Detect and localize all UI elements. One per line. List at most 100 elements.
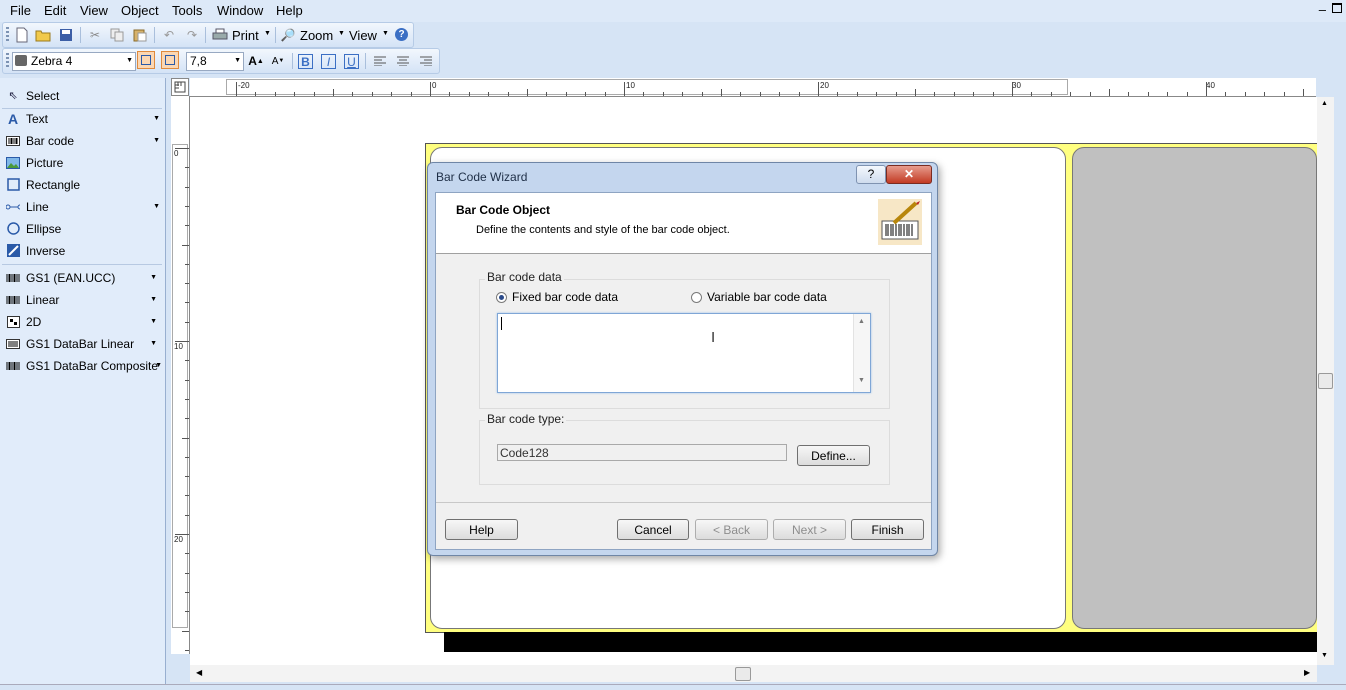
undo-icon[interactable]: ↶ [160, 26, 178, 44]
chevron-down-icon[interactable]: ▼ [153, 137, 160, 144]
printer-select[interactable]: Zebra 4 ▼ [12, 52, 136, 71]
zoom-dropdown-icon[interactable]: ▼ [338, 30, 345, 37]
help-icon[interactable]: ? [395, 28, 408, 41]
menu-tools[interactable]: Tools [172, 3, 202, 18]
open-icon[interactable] [34, 26, 52, 44]
chevron-down-icon[interactable]: ▼ [150, 318, 157, 325]
menu-window[interactable]: Window [217, 3, 263, 18]
ruler-tick [182, 437, 189, 439]
align-left-icon[interactable] [371, 52, 389, 70]
zoom-button-label[interactable]: Zoom [300, 28, 333, 43]
ruler-tick [185, 263, 189, 265]
scroll-up-icon[interactable]: ▲ [858, 318, 865, 325]
chevron-down-icon[interactable]: ▼ [150, 296, 157, 303]
scroll-left-icon[interactable]: ◀ [196, 668, 202, 677]
scroll-right-icon[interactable]: ▶ [1304, 668, 1310, 677]
next-button[interactable]: Next > [773, 519, 846, 540]
tool-gs1-databar-composite[interactable]: GS1 DataBar Composite ▼ [2, 355, 162, 376]
variable-data-radio-label[interactable]: Variable bar code data [707, 290, 827, 304]
help-button[interactable]: Help [445, 519, 518, 540]
zoom-icon[interactable]: 🔎 [279, 26, 297, 44]
italic-button[interactable]: I [321, 54, 336, 69]
bold-button[interactable]: B [298, 54, 313, 69]
minimize-icon[interactable]: ‒ [1319, 2, 1326, 17]
font-size-select[interactable]: 7,8 ▼ [186, 52, 244, 71]
tool-text[interactable]: A Text ▼ [2, 108, 162, 129]
view-button-label[interactable]: View [349, 28, 377, 43]
horizontal-scrollbar[interactable]: ◀ ▶ [190, 665, 1317, 682]
tool-rectangle[interactable]: Rectangle [2, 174, 162, 195]
ruler-tick [1109, 89, 1110, 96]
back-button[interactable]: < Back [695, 519, 768, 540]
scroll-thumb[interactable] [1318, 373, 1333, 389]
rectangle-icon [6, 178, 20, 192]
ruler-tick [185, 418, 189, 420]
text-frame-toggle-icon[interactable] [137, 51, 155, 69]
toolbar-separator [275, 27, 276, 43]
view-dropdown-icon[interactable]: ▼ [382, 30, 389, 37]
menu-edit[interactable]: Edit [44, 3, 66, 18]
chevron-down-icon[interactable]: ▼ [150, 274, 157, 281]
chevron-down-icon[interactable]: ▼ [150, 340, 157, 347]
menu-object[interactable]: Object [121, 3, 159, 18]
tool-barcode[interactable]: Bar code ▼ [2, 130, 162, 151]
tool-label: Ellipse [26, 221, 62, 236]
scroll-down-icon[interactable]: ▼ [1321, 652, 1328, 659]
tool-picture[interactable]: Picture [2, 152, 162, 173]
tool-inverse[interactable]: Inverse [2, 240, 162, 261]
group-title: Bar code data [485, 270, 564, 284]
toolbar-grip[interactable] [6, 53, 9, 69]
finish-button[interactable]: Finish [851, 519, 924, 540]
scroll-down-icon[interactable]: ▼ [858, 377, 865, 384]
fixed-data-radio-label[interactable]: Fixed bar code data [512, 290, 618, 304]
paste-icon[interactable] [131, 26, 149, 44]
restore-icon[interactable] [1332, 3, 1342, 13]
ruler-tick [1303, 89, 1304, 96]
vertical-scrollbar[interactable]: ▲ ▼ [1317, 97, 1334, 665]
close-icon[interactable]: ✕ [886, 165, 932, 184]
ruler-tick [624, 82, 625, 96]
chevron-down-icon[interactable]: ▼ [153, 203, 160, 210]
tool-ellipse[interactable]: Ellipse [2, 218, 162, 239]
save-icon[interactable] [57, 26, 75, 44]
grow-font-icon[interactable]: A ▲ [247, 52, 265, 70]
scroll-up-icon[interactable]: ▲ [1321, 100, 1328, 107]
underline-button[interactable]: U [344, 54, 359, 69]
variable-data-radio[interactable] [691, 292, 702, 303]
menu-help[interactable]: Help [276, 3, 303, 18]
shrink-font-icon[interactable]: A ▼ [269, 52, 287, 70]
text-wrap-toggle-icon[interactable] [161, 51, 179, 69]
ruler-tick [185, 283, 189, 285]
ruler-corner[interactable] [171, 78, 189, 96]
textarea-scrollbar[interactable]: ▲ ▼ [853, 314, 870, 392]
scroll-thumb[interactable] [735, 667, 751, 681]
copy-icon[interactable] [108, 26, 126, 44]
tool-linear[interactable]: Linear ▼ [2, 289, 162, 310]
toolbar-separator [292, 53, 293, 69]
tool-gs1-databar-linear[interactable]: GS1 DataBar Linear ▼ [2, 333, 162, 354]
chevron-down-icon[interactable]: ▼ [155, 362, 162, 369]
printer-icon[interactable] [211, 26, 229, 44]
barcode-data-textarea[interactable]: ▲ ▼ I [497, 313, 871, 393]
context-help-button[interactable]: ? [856, 165, 886, 184]
chevron-down-icon[interactable]: ▼ [126, 57, 133, 64]
tool-line[interactable]: Line ▼ [2, 196, 162, 217]
fixed-data-radio[interactable] [496, 292, 507, 303]
align-center-icon[interactable] [394, 52, 412, 70]
tool-2d[interactable]: 2D ▼ [2, 311, 162, 332]
define-button[interactable]: Define... [797, 445, 870, 466]
new-icon[interactable] [13, 26, 31, 44]
tool-gs1-eanucc[interactable]: GS1 (EAN.UCC) ▼ [2, 267, 162, 288]
cancel-button[interactable]: Cancel [617, 519, 689, 540]
print-button-label[interactable]: Print [232, 28, 259, 43]
tool-select[interactable]: ⇖ Select [2, 85, 162, 106]
menu-file[interactable]: File [10, 3, 31, 18]
toolbar-grip[interactable] [6, 27, 9, 43]
print-dropdown-icon[interactable]: ▼ [264, 30, 271, 37]
chevron-down-icon[interactable]: ▼ [234, 57, 241, 64]
redo-icon[interactable]: ↷ [183, 26, 201, 44]
align-right-icon[interactable] [417, 52, 435, 70]
chevron-down-icon[interactable]: ▼ [153, 115, 160, 122]
menu-view[interactable]: View [80, 3, 108, 18]
cut-icon[interactable]: ✂ [86, 26, 104, 44]
